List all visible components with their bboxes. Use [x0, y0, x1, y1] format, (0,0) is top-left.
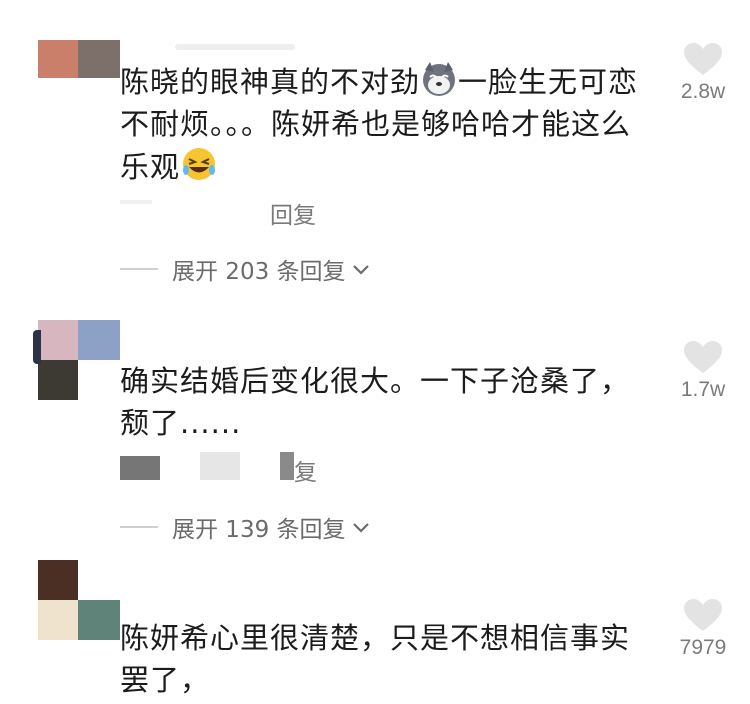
timestamp-blur: [120, 200, 152, 204]
avatar[interactable]: [38, 40, 120, 78]
chevron-down-icon: [352, 256, 370, 282]
divider-line: [120, 526, 158, 528]
avatar[interactable]: [38, 320, 120, 400]
like-count: 7979: [679, 636, 727, 659]
like-button[interactable]: 1.7w: [670, 340, 736, 402]
comment-text: 确实结婚后变化很大。一下子沧桑了，颓了......: [120, 364, 631, 440]
like-button[interactable]: 7979: [670, 598, 736, 660]
like-button[interactable]: 2.8w: [670, 42, 736, 104]
comment-text: 陈妍希心里很清楚，只是不想相信事实罢了，: [120, 621, 631, 697]
comment-text-part1: 陈晓的眼神真的不对劲: [120, 65, 421, 99]
timestamp-blur: [200, 452, 240, 480]
heart-icon: [684, 599, 722, 631]
avatar[interactable]: [38, 560, 120, 640]
like-count: 2.8w: [680, 80, 726, 103]
timestamp-blur: [120, 456, 160, 480]
comment-text: 陈晓的眼神真的不对劲 一脸生无可恋不耐烦。。。陈妍希也是够哈哈才能这么乐观: [120, 60, 640, 188]
reply-blur: [280, 452, 294, 480]
expand-replies-button[interactable]: 展开 203 条回复: [120, 254, 370, 285]
heart-icon: [684, 341, 722, 373]
username-blur: [175, 44, 295, 50]
expand-replies-button[interactable]: 展开 139 条回复: [120, 512, 370, 543]
avatar-edge: [33, 330, 41, 364]
husky-dog-icon: [420, 60, 458, 98]
reply-button[interactable]: 复: [294, 453, 317, 487]
divider-line: [120, 268, 158, 270]
like-count: 1.7w: [680, 378, 726, 401]
chevron-down-icon: [352, 514, 370, 540]
expand-replies-label: 展开 139 条回复: [172, 517, 346, 543]
heart-icon: [684, 43, 722, 75]
expand-replies-label: 展开 203 条回复: [172, 259, 346, 285]
reply-button[interactable]: 回复: [270, 196, 316, 230]
rolling-laughing-icon: [180, 145, 218, 183]
